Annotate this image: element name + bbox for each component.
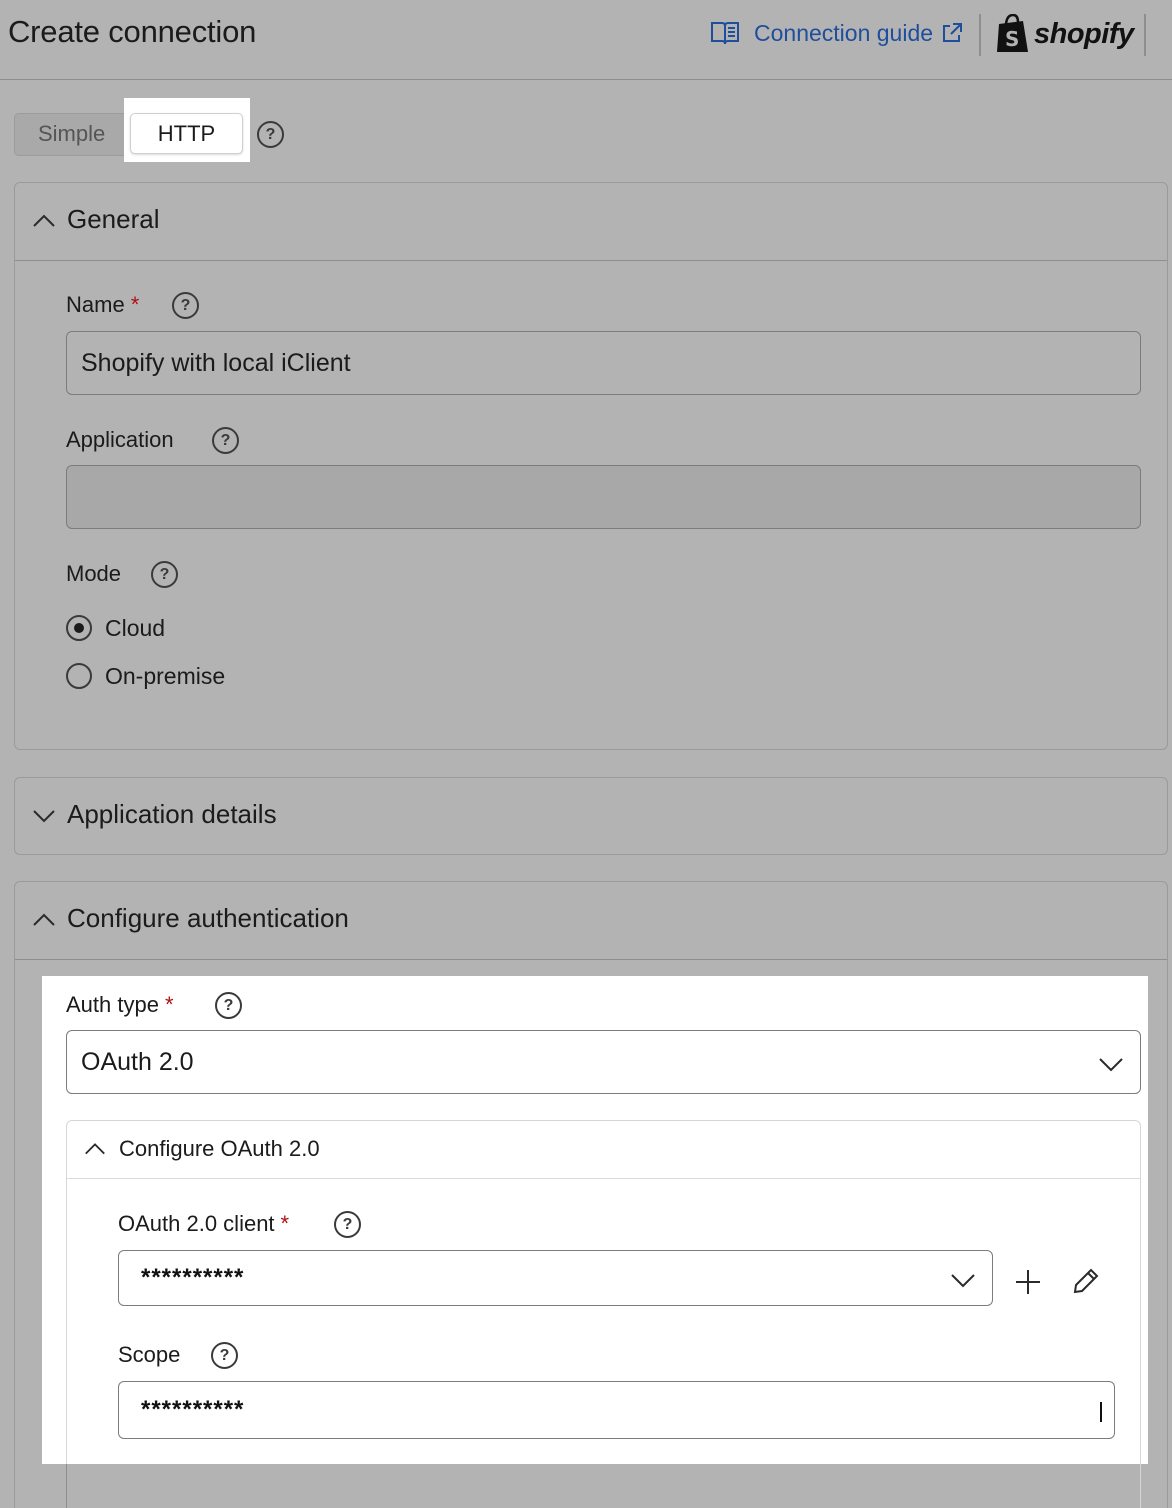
- auth-type-select[interactable]: OAuth 2.0: [66, 1030, 1141, 1094]
- oauth-subpanel-title: Configure OAuth 2.0: [119, 1136, 320, 1161]
- scope-value: **********: [141, 1396, 245, 1423]
- header-divider: [1144, 14, 1146, 56]
- chevron-down-icon: [33, 810, 55, 823]
- add-icon[interactable]: [1013, 1267, 1043, 1297]
- connection-guide-label: Connection guide: [754, 19, 934, 46]
- auth-type-label: Auth type *: [66, 992, 174, 1018]
- shopify-logo: S shopify: [995, 14, 1134, 54]
- shopify-wordmark: shopify: [1034, 17, 1134, 50]
- shopify-bag-icon: S: [997, 14, 1028, 52]
- required-marker: *: [280, 1211, 290, 1236]
- help-icon[interactable]: ?: [215, 992, 242, 1019]
- auth-type-label-text: Auth type: [66, 992, 159, 1017]
- required-marker: *: [130, 292, 140, 317]
- oauth-client-label-text: OAuth 2.0 client: [118, 1211, 275, 1236]
- help-icon[interactable]: ?: [211, 1342, 238, 1369]
- subpanel-divider: [67, 1178, 1140, 1179]
- text-cursor: [1100, 1402, 1102, 1422]
- oauth-subpanel-header[interactable]: Configure OAuth 2.0: [66, 1120, 1141, 1178]
- subpanel-edge: [66, 1464, 67, 1508]
- application-label: Application: [66, 427, 174, 452]
- mode-label: Mode: [66, 561, 122, 586]
- radio-cloud[interactable]: [66, 615, 92, 641]
- panel-divider: [15, 959, 1167, 960]
- chevron-up-icon: [33, 214, 55, 227]
- toggle-http[interactable]: HTTP: [130, 113, 243, 154]
- authentication-header[interactable]: Configure authentication: [14, 881, 1168, 959]
- page-title: Create connection: [8, 14, 257, 49]
- application-input[interactable]: [66, 465, 1141, 529]
- help-icon[interactable]: ?: [334, 1211, 361, 1238]
- toggle-simple[interactable]: Simple: [38, 121, 105, 147]
- panel-divider: [15, 260, 1167, 261]
- authentication-title: Configure authentication: [67, 903, 349, 933]
- book-icon: [711, 22, 739, 45]
- radio-on-premise-label: On-premise: [105, 663, 226, 689]
- radio-on-premise[interactable]: [66, 663, 92, 689]
- radio-cloud-label: Cloud: [105, 615, 166, 641]
- application-details-title: Application details: [67, 799, 277, 829]
- chevron-down-icon: [951, 1274, 975, 1288]
- external-link-icon: [943, 23, 963, 42]
- toggle-http-label: HTTP: [157, 120, 216, 146]
- chevron-up-icon: [85, 1143, 105, 1155]
- scope-input[interactable]: **********: [118, 1381, 1115, 1439]
- required-marker: *: [164, 992, 174, 1017]
- help-icon[interactable]: ?: [151, 561, 178, 588]
- oauth-client-label: OAuth 2.0 client *: [118, 1211, 289, 1237]
- oauth-client-value: **********: [141, 1264, 245, 1291]
- general-header[interactable]: General: [14, 182, 1168, 260]
- scope-label: Scope: [118, 1342, 181, 1367]
- svg-text:S: S: [1005, 27, 1019, 51]
- help-icon[interactable]: ?: [172, 292, 199, 319]
- help-icon[interactable]: ?: [212, 427, 239, 454]
- edit-pencil-icon[interactable]: [1071, 1266, 1101, 1296]
- name-input-value: Shopify with local iClient: [81, 348, 351, 377]
- oauth-client-select[interactable]: **********: [118, 1250, 993, 1306]
- help-icon[interactable]: ?: [257, 121, 284, 148]
- connection-guide-link[interactable]: Connection guide: [710, 18, 963, 48]
- name-label: Name *: [66, 292, 139, 318]
- header-divider: [979, 14, 981, 56]
- application-details-header[interactable]: Application details: [14, 777, 1168, 855]
- chevron-down-icon: [1099, 1058, 1123, 1072]
- page-header: Create connection Connection guide S sho…: [0, 0, 1172, 80]
- auth-type-value: OAuth 2.0: [81, 1047, 194, 1076]
- general-title: General: [67, 204, 160, 234]
- name-label-text: Name: [66, 292, 125, 317]
- name-input[interactable]: Shopify with local iClient: [66, 331, 1141, 395]
- chevron-up-icon: [33, 913, 55, 926]
